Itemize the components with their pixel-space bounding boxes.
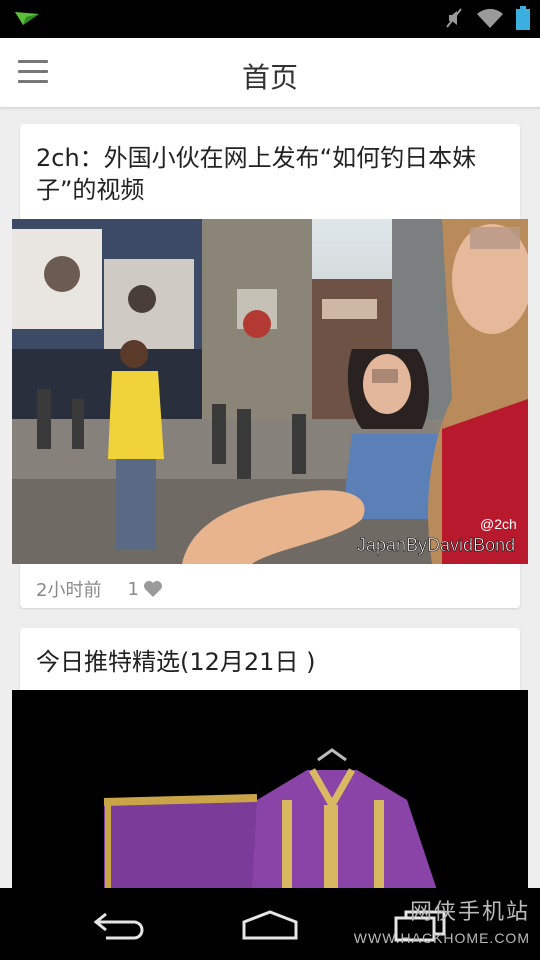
back-button[interactable]	[92, 908, 148, 946]
navigation-bar: 网侠手机站 WWW.HACKHOME.COM	[0, 888, 540, 960]
mute-icon	[444, 7, 464, 33]
battery-icon	[516, 6, 530, 34]
home-button[interactable]	[240, 908, 300, 946]
back-icon	[93, 912, 144, 940]
post-time: 2小时前	[36, 580, 102, 601]
like-button[interactable]: 1	[127, 579, 162, 600]
watermark-en: WWW.HACKHOME.COM	[353, 930, 530, 946]
card-image[interactable]: JapanByDavidBond @2ch	[12, 219, 528, 564]
app-header: 首页	[0, 38, 540, 108]
like-count: 1	[127, 578, 139, 600]
card-image[interactable]	[12, 690, 528, 888]
feed-list[interactable]: 2ch：外国小伙在网上发布“如何钓日本妹子”的视频 JapanByDavidBo…	[0, 108, 540, 888]
status-bar	[0, 0, 540, 38]
home-icon	[242, 910, 298, 940]
card-meta: 2小时前 1	[36, 576, 163, 602]
site-watermark: 网侠手机站 WWW.HACKHOME.COM	[354, 894, 530, 946]
image-watermark: @2ch	[480, 516, 517, 532]
feed-card[interactable]: 2ch：外国小伙在网上发布“如何钓日本妹子”的视频 JapanByDavidBo…	[12, 124, 528, 608]
notification-icon	[14, 10, 40, 30]
watermark-cn: 网侠手机站	[409, 899, 530, 924]
card-title[interactable]: 今日推特精选(12月21日 )	[20, 628, 520, 678]
image-caption: JapanByDavidBond	[357, 535, 515, 555]
wifi-icon	[476, 7, 504, 33]
card-title[interactable]: 2ch：外国小伙在网上发布“如何钓日本妹子”的视频	[20, 124, 520, 206]
feed-card[interactable]: 今日推特精选(12月21日 )	[12, 628, 528, 888]
heart-icon	[143, 581, 162, 597]
page-title: 首页	[241, 61, 298, 94]
